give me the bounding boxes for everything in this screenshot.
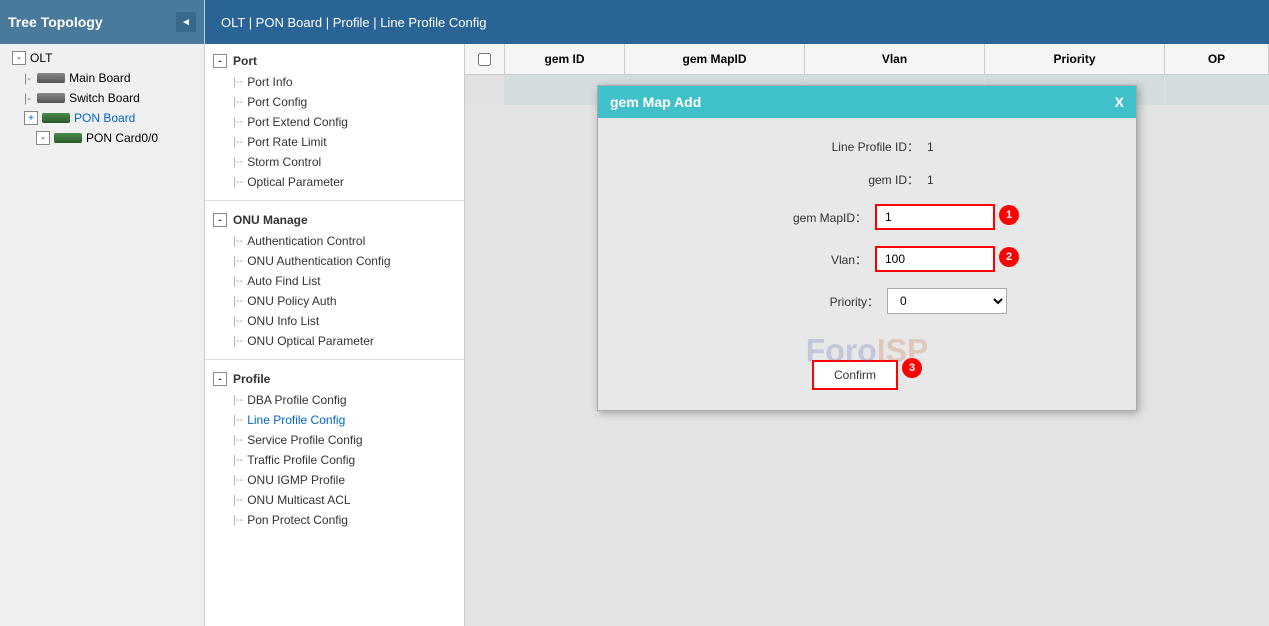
modal-body: Line Profile ID： 1 gem ID： 1 gem MapID： <box>598 118 1136 350</box>
gem-map-add-modal: gem Map Add X Line Profile ID： 1 <box>597 85 1137 411</box>
onu-item-auth-control[interactable]: Authentication Control <box>205 231 464 251</box>
main-content: OLT | PON Board | Profile | Line Profile… <box>205 0 1269 626</box>
modal-overlay: gem Map Add X Line Profile ID： 1 <box>465 75 1269 626</box>
tree-item-olt[interactable]: - OLT <box>0 48 204 68</box>
switch-board-icon <box>37 93 65 103</box>
olt-label: OLT <box>30 51 52 65</box>
onu-item-auth-config[interactable]: ONU Authentication Config <box>205 251 464 271</box>
profile-item-line[interactable]: Line Profile Config <box>205 410 464 430</box>
onu-item-policy-auth[interactable]: ONU Policy Auth <box>205 291 464 311</box>
pon-board-label: PON Board <box>74 111 135 125</box>
port-item-config[interactable]: Port Config <box>205 92 464 112</box>
priority-select[interactable]: 0 1 2 3 4 5 6 7 <box>887 288 1007 314</box>
step-3-badge: 3 <box>902 358 922 378</box>
table-header-gem-id: gem ID <box>505 44 625 74</box>
port-section-header[interactable]: - Port <box>205 50 464 72</box>
table-header-op: OP <box>1165 44 1269 74</box>
line-profile-id-value: 1 <box>927 140 967 154</box>
table-header-vlan: Vlan <box>805 44 985 74</box>
onu-item-info-list[interactable]: ONU Info List <box>205 311 464 331</box>
divider-2 <box>205 359 464 360</box>
modal-footer: Confirm 3 <box>598 350 1136 410</box>
table-header-checkbox <box>465 44 505 74</box>
pon-board-expand-icon[interactable]: + <box>24 111 38 125</box>
modal-header: gem Map Add X <box>598 86 1136 118</box>
gem-mapid-label: gem MapID： <box>715 209 875 226</box>
main-board-icon <box>37 73 65 83</box>
port-item-rate[interactable]: Port Rate Limit <box>205 132 464 152</box>
main-board-label: Main Board <box>69 71 130 85</box>
step-1-badge: 1 <box>999 205 1019 225</box>
profile-item-dba[interactable]: DBA Profile Config <box>205 390 464 410</box>
onu-item-auto-find[interactable]: Auto Find List <box>205 271 464 291</box>
tree-item-switch-board[interactable]: |- Switch Board <box>0 88 204 108</box>
table-body: ForoISP gem Map Add X <box>465 75 1269 626</box>
table-header-gem-mapid: gem MapID <box>625 44 805 74</box>
pon-card-label: PON Card0/0 <box>86 131 158 145</box>
port-item-info[interactable]: Port Info <box>205 72 464 92</box>
pon-board-icon <box>42 113 70 123</box>
line-profile-id-row: Line Profile ID： 1 <box>628 138 1106 155</box>
vlan-input[interactable] <box>875 246 995 272</box>
onu-item-optical[interactable]: ONU Optical Parameter <box>205 331 464 351</box>
gem-id-value: 1 <box>927 173 967 187</box>
port-section: - Port Port Info Port Config Port Extend… <box>205 44 464 198</box>
gem-mapid-row: gem MapID： 1 <box>628 204 1106 230</box>
sidebar-toggle-button[interactable]: ◄ <box>176 12 196 32</box>
sidebar-title: Tree Topology <box>8 14 103 30</box>
profile-section-label: Profile <box>233 372 270 386</box>
profile-item-multicast[interactable]: ONU Multicast ACL <box>205 490 464 510</box>
tree-line-2: |- <box>24 91 31 105</box>
table-header: gem ID gem MapID Vlan Priority OP <box>465 44 1269 75</box>
port-section-label: Port <box>233 54 257 68</box>
gem-id-label: gem ID： <box>767 171 927 188</box>
modal-close-button[interactable]: X <box>1115 94 1124 110</box>
sidebar-header: Tree Topology ◄ <box>0 0 204 44</box>
port-item-extend[interactable]: Port Extend Config <box>205 112 464 132</box>
modal-title: gem Map Add <box>610 94 701 110</box>
gem-id-row: gem ID： 1 <box>628 171 1106 188</box>
priority-row: Priority： 0 1 2 3 4 5 6 7 <box>628 288 1106 314</box>
breadcrumb: OLT | PON Board | Profile | Line Profile… <box>205 0 1269 44</box>
profile-section-header[interactable]: - Profile <box>205 368 464 390</box>
vlan-label: Vlan： <box>715 251 875 268</box>
profile-expand-icon[interactable]: - <box>213 372 227 386</box>
onu-manage-section: - ONU Manage Authentication Control ONU … <box>205 203 464 357</box>
vlan-row: Vlan： 2 <box>628 246 1106 272</box>
sidebar-tree: - OLT |- Main Board |- Switch Board + PO… <box>0 44 204 626</box>
switch-board-label: Switch Board <box>69 91 140 105</box>
profile-item-service[interactable]: Service Profile Config <box>205 430 464 450</box>
port-item-storm[interactable]: Storm Control <box>205 152 464 172</box>
onu-manage-label: ONU Manage <box>233 213 308 227</box>
step-2-badge: 2 <box>999 247 1019 267</box>
port-item-optical[interactable]: Optical Parameter <box>205 172 464 192</box>
profile-item-traffic[interactable]: Traffic Profile Config <box>205 450 464 470</box>
tree-item-main-board[interactable]: |- Main Board <box>0 68 204 88</box>
confirm-button[interactable]: Confirm <box>812 360 898 390</box>
table-header-priority: Priority <box>985 44 1165 74</box>
tree-item-pon-card[interactable]: - PON Card0/0 <box>0 128 204 148</box>
pon-card-expand-icon[interactable]: - <box>36 131 50 145</box>
tree-item-pon-board[interactable]: + PON Board <box>0 108 204 128</box>
line-profile-id-label: Line Profile ID： <box>767 138 927 155</box>
profile-section: - Profile DBA Profile Config Line Profil… <box>205 362 464 536</box>
profile-item-protect[interactable]: Pon Protect Config <box>205 510 464 530</box>
pon-card-icon <box>54 133 82 143</box>
port-expand-icon[interactable]: - <box>213 54 227 68</box>
priority-label: Priority： <box>727 293 887 310</box>
gem-mapid-input[interactable] <box>875 204 995 230</box>
profile-item-igmp[interactable]: ONU IGMP Profile <box>205 470 464 490</box>
onu-manage-header[interactable]: - ONU Manage <box>205 209 464 231</box>
divider-1 <box>205 200 464 201</box>
tree-line-1: |- <box>24 71 31 85</box>
onu-expand-icon[interactable]: - <box>213 213 227 227</box>
select-all-checkbox[interactable] <box>478 53 491 66</box>
sidebar: Tree Topology ◄ - OLT |- Main Board |- S… <box>0 0 205 626</box>
olt-expand-icon[interactable]: - <box>12 51 26 65</box>
